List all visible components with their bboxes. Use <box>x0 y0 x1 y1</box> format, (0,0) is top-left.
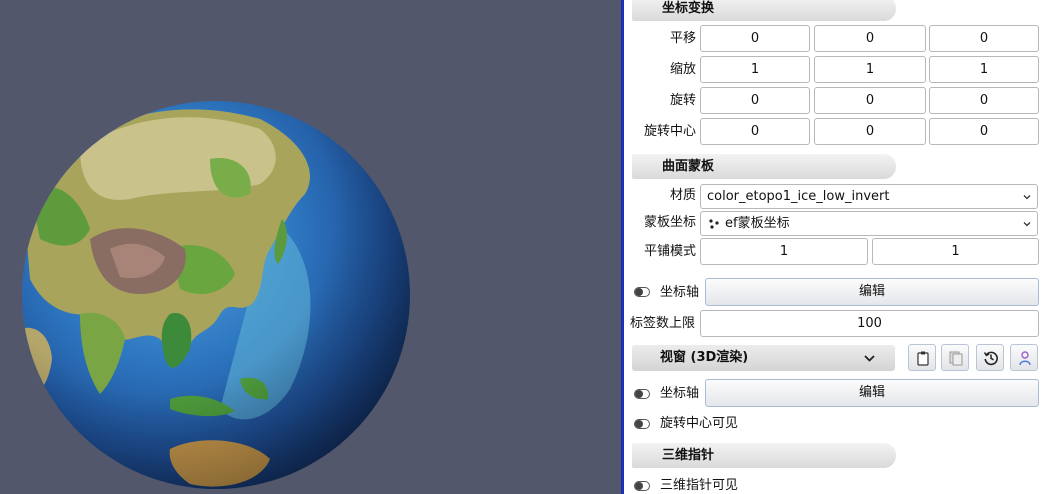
rotation-center-x-field[interactable]: 0 <box>700 118 810 145</box>
section-header-surface-mask[interactable]: 曲面蒙板 <box>632 154 896 179</box>
material-value: color_etopo1_ice_low_invert <box>707 189 890 204</box>
view-axis-label: 坐标轴 <box>660 386 700 401</box>
axis-label: 坐标轴 <box>660 285 700 300</box>
mask-coord-select[interactable]: ef蒙板坐标 <box>700 211 1038 236</box>
material-label: 材质 <box>669 188 696 203</box>
compass-visible-label: 三维指针可见 <box>660 478 739 493</box>
rotate-label: 旋转 <box>669 93 696 108</box>
label-limit-field[interactable]: 100 <box>700 310 1039 337</box>
mask-coord-value: ef蒙板坐标 <box>725 216 790 231</box>
translate-y-field[interactable]: 0 <box>814 25 926 52</box>
copy-button[interactable] <box>908 344 936 371</box>
copy-icon <box>917 351 929 366</box>
scale-y-field[interactable]: 1 <box>814 56 926 83</box>
material-select[interactable]: color_etopo1_ice_low_invert <box>700 184 1038 209</box>
tile-mode-v-field[interactable]: 1 <box>872 238 1039 265</box>
person-icon <box>1019 351 1031 366</box>
translate-x-field[interactable]: 0 <box>700 25 810 52</box>
rotation-center-visible-label: 旋转中心可见 <box>660 416 739 431</box>
rotate-z-field[interactable]: 0 <box>929 87 1039 114</box>
section-header-compass[interactable]: 三维指针 <box>632 443 896 468</box>
axis-edit-button[interactable]: 编辑 <box>705 278 1039 306</box>
chevron-down-icon <box>864 355 875 362</box>
tile-mode-label: 平铺模式 <box>643 244 696 259</box>
section-header-transform[interactable]: 坐标变换 <box>632 0 896 21</box>
section-title: 曲面蒙板 <box>662 159 715 174</box>
rotate-y-field[interactable]: 0 <box>814 87 926 114</box>
chevron-down-icon <box>1023 222 1031 227</box>
chevron-down-icon <box>1023 195 1031 200</box>
rotate-x-field[interactable]: 0 <box>700 87 810 114</box>
translate-label: 平移 <box>669 31 696 46</box>
history-icon <box>983 351 998 366</box>
person-button[interactable] <box>1010 344 1038 371</box>
mask-coord-label: 蒙板坐标 <box>643 215 696 230</box>
toggle-knob <box>635 288 643 296</box>
axis-toggle[interactable] <box>634 287 650 297</box>
rotation-center-y-field[interactable]: 0 <box>814 118 926 145</box>
view-axis-toggle[interactable] <box>634 389 650 399</box>
scale-x-field[interactable]: 1 <box>700 56 810 83</box>
scale-z-field[interactable]: 1 <box>929 56 1039 83</box>
paste-button[interactable] <box>941 344 969 371</box>
toggle-knob <box>635 482 643 490</box>
paste-icon <box>949 351 963 366</box>
compass-visible-toggle[interactable] <box>634 481 650 491</box>
properties-panel: 坐标变换 平移 0 0 0 缩放 1 1 1 旋转 0 0 0 旋转中心 0 0… <box>624 0 1043 494</box>
3d-viewport[interactable] <box>0 0 621 494</box>
view-dropdown[interactable]: 视窗 (3D渲染) <box>632 345 895 371</box>
toggle-knob <box>635 420 643 428</box>
translate-z-field[interactable]: 0 <box>929 25 1039 52</box>
section-title: 三维指针 <box>662 448 715 463</box>
toggle-knob <box>635 390 643 398</box>
scale-label: 缩放 <box>669 62 696 77</box>
view-title: 视窗 (3D渲染) <box>660 350 749 365</box>
rotation-center-visible-toggle[interactable] <box>634 419 650 429</box>
tile-mode-u-field[interactable]: 1 <box>700 238 868 265</box>
rotation-center-z-field[interactable]: 0 <box>929 118 1039 145</box>
rotation-center-label: 旋转中心 <box>643 124 696 139</box>
scatter-points-icon <box>709 219 719 229</box>
history-button[interactable] <box>976 344 1004 371</box>
label-limit-label: 标签数上限 <box>630 316 696 331</box>
view-axis-edit-button[interactable]: 编辑 <box>705 379 1039 407</box>
earth-globe[interactable] <box>20 99 412 491</box>
section-title: 坐标变换 <box>662 1 715 16</box>
